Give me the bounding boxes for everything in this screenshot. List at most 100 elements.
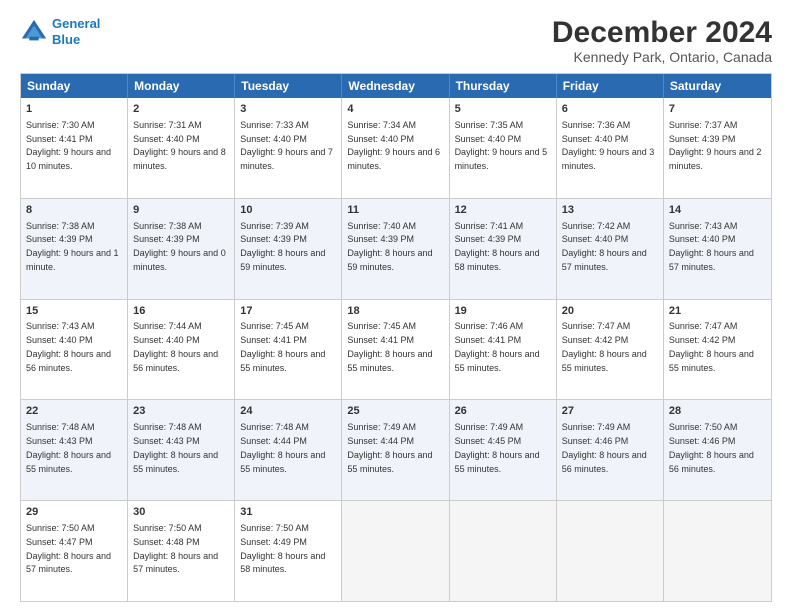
day-number-3: 3 — [240, 102, 336, 117]
empty-cell — [557, 501, 664, 601]
week-row-5: 29 Sunrise: 7:50 AMSunset: 4:47 PMDayligh… — [21, 500, 771, 601]
day-number-22: 22 — [26, 404, 122, 419]
day-cell-5: 5 Sunrise: 7:35 AMSunset: 4:40 PMDaylight… — [450, 98, 557, 198]
col-wednesday: Wednesday — [342, 74, 449, 98]
day-number-9: 9 — [133, 203, 229, 218]
day-info-30: Sunrise: 7:50 AMSunset: 4:48 PMDaylight:… — [133, 523, 218, 574]
day-number-19: 19 — [455, 304, 551, 319]
day-cell-13: 13Sunrise: 7:42 AMSunset: 4:40 PMDayligh… — [557, 199, 664, 299]
day-number-27: 27 — [562, 404, 658, 419]
day-cell-17: 17 Sunrise: 7:45 AMSunset: 4:41 PMDayligh… — [235, 300, 342, 400]
day-info-25: Sunrise: 7:49 AMSunset: 4:44 PMDaylight:… — [347, 422, 432, 473]
day-info-20: Sunrise: 7:47 AMSunset: 4:42 PMDaylight:… — [562, 321, 647, 372]
day-cell-31: 31 Sunrise: 7:50 AMSunset: 4:49 PMDayligh… — [235, 501, 342, 601]
empty-cell — [450, 501, 557, 601]
calendar-header: Sunday Monday Tuesday Wednesday Thursday… — [21, 74, 771, 98]
day-info-11: Sunrise: 7:40 AMSunset: 4:39 PMDaylight:… — [347, 221, 432, 272]
day-cell-18: 18 Sunrise: 7:45 AMSunset: 4:41 PMDayligh… — [342, 300, 449, 400]
day-cell-29: 29 Sunrise: 7:50 AMSunset: 4:47 PMDayligh… — [21, 501, 128, 601]
day-cell-20: 20 Sunrise: 7:47 AMSunset: 4:42 PMDayligh… — [557, 300, 664, 400]
day-number-16: 16 — [133, 304, 229, 319]
day-info-28: Sunrise: 7:50 AMSunset: 4:46 PMDaylight:… — [669, 422, 754, 473]
day-cell-26: 26 Sunrise: 7:49 AMSunset: 4:45 PMDayligh… — [450, 400, 557, 500]
day-info-29: Sunrise: 7:50 AMSunset: 4:47 PMDaylight:… — [26, 523, 111, 574]
day-number-25: 25 — [347, 404, 443, 419]
day-info-15: Sunrise: 7:43 AMSunset: 4:40 PMDaylight:… — [26, 321, 111, 372]
week-row-4: 22Sunrise: 7:48 AMSunset: 4:43 PMDayligh… — [21, 399, 771, 500]
day-number-29: 29 — [26, 505, 122, 520]
day-info-4: Sunrise: 7:34 AMSunset: 4:40 PMDaylight:… — [347, 120, 440, 171]
day-info-16: Sunrise: 7:44 AMSunset: 4:40 PMDaylight:… — [133, 321, 218, 372]
day-number-31: 31 — [240, 505, 336, 520]
day-number-17: 17 — [240, 304, 336, 319]
subtitle: Kennedy Park, Ontario, Canada — [552, 49, 772, 65]
week-row-2: 8Sunrise: 7:38 AMSunset: 4:39 PMDaylight… — [21, 198, 771, 299]
day-cell-3: 3Sunrise: 7:33 AMSunset: 4:40 PMDaylight… — [235, 98, 342, 198]
day-cell-10: 10Sunrise: 7:39 AMSunset: 4:39 PMDayligh… — [235, 199, 342, 299]
col-friday: Friday — [557, 74, 664, 98]
day-info-2: Sunrise: 7:31 AMSunset: 4:40 PMDaylight:… — [133, 120, 226, 171]
day-cell-22: 22Sunrise: 7:48 AMSunset: 4:43 PMDayligh… — [21, 400, 128, 500]
day-info-26: Sunrise: 7:49 AMSunset: 4:45 PMDaylight:… — [455, 422, 540, 473]
day-cell-21: 21 Sunrise: 7:47 AMSunset: 4:42 PMDayligh… — [664, 300, 771, 400]
day-info-14: Sunrise: 7:43 AMSunset: 4:40 PMDaylight:… — [669, 221, 754, 272]
day-number-20: 20 — [562, 304, 658, 319]
main-title: December 2024 — [552, 16, 772, 49]
calendar-body: 1Sunrise: 7:30 AMSunset: 4:41 PMDaylight… — [21, 98, 771, 601]
day-cell-15: 15 Sunrise: 7:43 AMSunset: 4:40 PMDayligh… — [21, 300, 128, 400]
day-cell-25: 25 Sunrise: 7:49 AMSunset: 4:44 PMDayligh… — [342, 400, 449, 500]
day-info-18: Sunrise: 7:45 AMSunset: 4:41 PMDaylight:… — [347, 321, 432, 372]
day-number-23: 23 — [133, 404, 229, 419]
day-cell-24: 24 Sunrise: 7:48 AMSunset: 4:44 PMDayligh… — [235, 400, 342, 500]
day-info-5: Sunrise: 7:35 AMSunset: 4:40 PMDaylight:… — [455, 120, 548, 171]
day-number-14: 14 — [669, 203, 766, 218]
day-cell-12: 12Sunrise: 7:41 AMSunset: 4:39 PMDayligh… — [450, 199, 557, 299]
empty-cell — [664, 501, 771, 601]
day-info-19: Sunrise: 7:46 AMSunset: 4:41 PMDaylight:… — [455, 321, 540, 372]
day-cell-6: 6Sunrise: 7:36 AMSunset: 4:40 PMDaylight… — [557, 98, 664, 198]
day-cell-19: 19 Sunrise: 7:46 AMSunset: 4:41 PMDayligh… — [450, 300, 557, 400]
day-number-21: 21 — [669, 304, 766, 319]
day-cell-14: 14 Sunrise: 7:43 AMSunset: 4:40 PMDayligh… — [664, 199, 771, 299]
day-number-5: 5 — [455, 102, 551, 117]
col-saturday: Saturday — [664, 74, 771, 98]
day-number-28: 28 — [669, 404, 766, 419]
day-number-24: 24 — [240, 404, 336, 419]
day-number-12: 12 — [455, 203, 551, 218]
header: General Blue December 2024 Kennedy Park,… — [20, 16, 772, 65]
day-info-17: Sunrise: 7:45 AMSunset: 4:41 PMDaylight:… — [240, 321, 325, 372]
day-info-1: Sunrise: 7:30 AMSunset: 4:41 PMDaylight:… — [26, 120, 111, 171]
col-thursday: Thursday — [450, 74, 557, 98]
day-info-10: Sunrise: 7:39 AMSunset: 4:39 PMDaylight:… — [240, 221, 325, 272]
page: General Blue December 2024 Kennedy Park,… — [0, 0, 792, 612]
day-cell-27: 27 Sunrise: 7:49 AMSunset: 4:46 PMDayligh… — [557, 400, 664, 500]
day-number-11: 11 — [347, 203, 443, 218]
logo-text: General Blue — [52, 16, 100, 47]
day-number-15: 15 — [26, 304, 122, 319]
day-info-6: Sunrise: 7:36 AMSunset: 4:40 PMDaylight:… — [562, 120, 655, 171]
day-cell-30: 30 Sunrise: 7:50 AMSunset: 4:48 PMDayligh… — [128, 501, 235, 601]
col-tuesday: Tuesday — [235, 74, 342, 98]
day-number-18: 18 — [347, 304, 443, 319]
title-block: December 2024 Kennedy Park, Ontario, Can… — [552, 16, 772, 65]
empty-cell — [342, 501, 449, 601]
logo-blue: Blue — [52, 32, 80, 47]
day-info-27: Sunrise: 7:49 AMSunset: 4:46 PMDaylight:… — [562, 422, 647, 473]
day-cell-8: 8Sunrise: 7:38 AMSunset: 4:39 PMDaylight… — [21, 199, 128, 299]
day-cell-11: 11 Sunrise: 7:40 AMSunset: 4:39 PMDayligh… — [342, 199, 449, 299]
week-row-3: 15 Sunrise: 7:43 AMSunset: 4:40 PMDayligh… — [21, 299, 771, 400]
day-info-31: Sunrise: 7:50 AMSunset: 4:49 PMDaylight:… — [240, 523, 325, 574]
day-info-24: Sunrise: 7:48 AMSunset: 4:44 PMDaylight:… — [240, 422, 325, 473]
day-number-30: 30 — [133, 505, 229, 520]
day-info-7: Sunrise: 7:37 AMSunset: 4:39 PMDaylight:… — [669, 120, 762, 171]
day-cell-23: 23Sunrise: 7:48 AMSunset: 4:43 PMDayligh… — [128, 400, 235, 500]
day-cell-16: 16 Sunrise: 7:44 AMSunset: 4:40 PMDayligh… — [128, 300, 235, 400]
day-info-13: Sunrise: 7:42 AMSunset: 4:40 PMDaylight:… — [562, 221, 647, 272]
calendar: Sunday Monday Tuesday Wednesday Thursday… — [20, 73, 772, 602]
day-info-9: Sunrise: 7:38 AMSunset: 4:39 PMDaylight:… — [133, 221, 226, 272]
day-info-21: Sunrise: 7:47 AMSunset: 4:42 PMDaylight:… — [669, 321, 754, 372]
col-monday: Monday — [128, 74, 235, 98]
day-cell-28: 28 Sunrise: 7:50 AMSunset: 4:46 PMDayligh… — [664, 400, 771, 500]
day-number-7: 7 — [669, 102, 766, 117]
day-number-26: 26 — [455, 404, 551, 419]
